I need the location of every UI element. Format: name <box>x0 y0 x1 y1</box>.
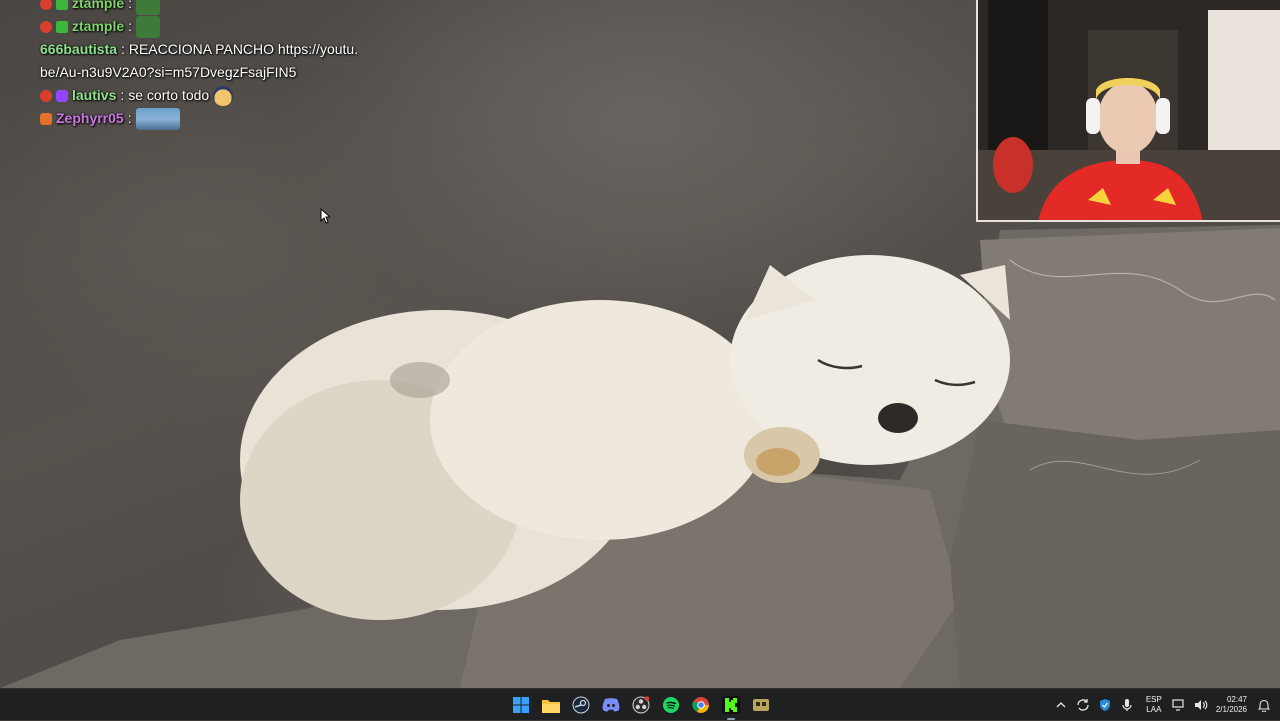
discord-icon[interactable] <box>600 694 622 716</box>
chat-message: ztample: <box>40 15 360 38</box>
system-clock[interactable]: 02:47 2/1/2026 <box>1216 695 1247 715</box>
monitor-network-icon[interactable] <box>1169 695 1189 715</box>
windows-start-icon[interactable] <box>510 694 532 716</box>
badge-icon <box>40 112 52 125</box>
clock-date: 2/1/2026 <box>1215 705 1247 714</box>
chat-message: 666bautista: REACCIONA PANCHO https://yo… <box>40 41 359 80</box>
streamer-webcam-feed <box>978 0 1280 220</box>
chrome-icon[interactable] <box>690 694 712 716</box>
language-code: ESP <box>1145 695 1162 704</box>
speaker-icon[interactable] <box>1191 695 1211 715</box>
stream-chat-overlay: ztample: ztample: 666bautista: REACCIONA… <box>40 0 360 130</box>
badge-icon <box>40 20 52 33</box>
pepe-emote-icon <box>136 0 161 15</box>
chat-text: se corto todo <box>128 87 210 103</box>
chat-username: ztample <box>72 0 125 11</box>
windows-taskbar: ESP LAA 02:47 2/1/2026 <box>0 688 1280 720</box>
obs-icon[interactable] <box>630 694 652 716</box>
file-explorer-icon[interactable] <box>540 694 562 716</box>
chat-message: lautivs: se corto todo <box>40 84 360 107</box>
chat-message: ztample: <box>40 0 360 15</box>
chat-username: lautivs <box>72 87 117 103</box>
clock-time: 02:47 <box>1226 695 1247 704</box>
chat-username: 666bautista <box>40 41 118 57</box>
chat-message: Zephyrr05: <box>40 107 360 130</box>
microphone-icon[interactable] <box>1117 695 1137 715</box>
chat-username: ztample <box>72 18 125 34</box>
chevron-up-icon[interactable] <box>1051 695 1071 715</box>
kick-icon[interactable] <box>720 694 742 720</box>
spotify-icon[interactable] <box>660 694 682 716</box>
badge-icon <box>40 89 52 102</box>
picture-emote-icon <box>135 107 180 130</box>
badge-icon <box>56 89 68 102</box>
notification-bell-icon[interactable] <box>1254 695 1274 715</box>
input-language-indicator[interactable]: ESP LAA <box>1146 695 1162 715</box>
steam-icon[interactable] <box>570 694 592 716</box>
taskbar-apps <box>510 689 772 721</box>
pepe-emote-icon <box>136 15 161 38</box>
system-tray: ESP LAA 02:47 2/1/2026 <box>1050 689 1280 721</box>
keyboard-layout-code: LAA <box>1146 705 1162 714</box>
chat-username: Zephyrr05 <box>56 110 124 126</box>
face-emote-icon <box>213 85 234 106</box>
sync-icon[interactable] <box>1073 695 1093 715</box>
badge-icon <box>56 20 68 33</box>
shield-icon[interactable] <box>1095 695 1115 715</box>
badge-icon <box>56 0 68 10</box>
badge-icon <box>40 0 52 10</box>
mouse-cursor-icon <box>320 208 330 224</box>
webcam-overlay <box>976 0 1280 222</box>
streamlabs-icon[interactable] <box>750 694 772 716</box>
